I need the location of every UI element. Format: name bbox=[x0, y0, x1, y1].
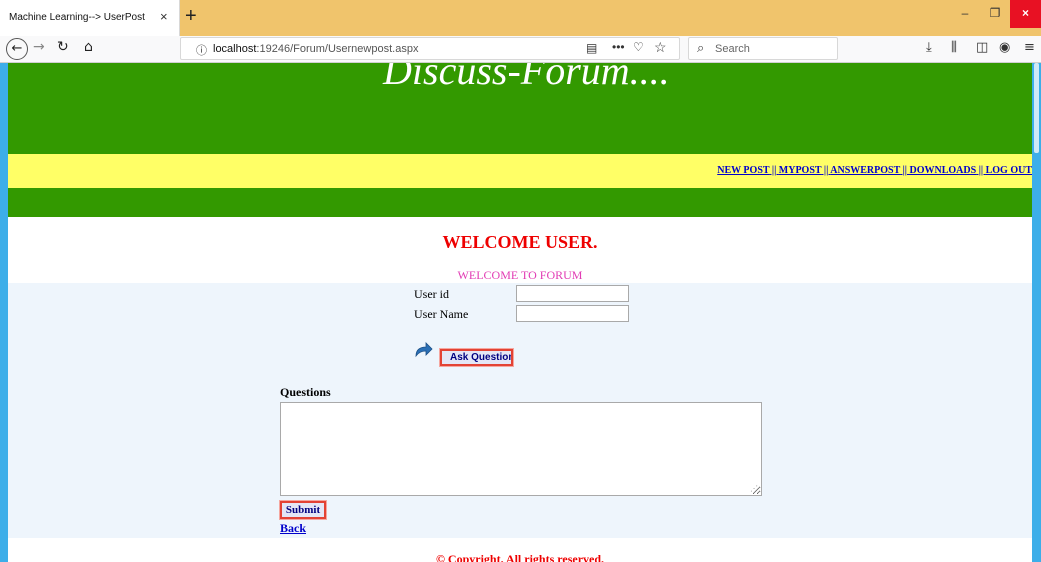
user-name-label: User Name bbox=[414, 307, 469, 321]
menu-links: NEW POST || MYPOST || ANSWERPOST || DOWN… bbox=[717, 165, 1032, 176]
site-header: Discuss-Forum.... bbox=[8, 63, 1032, 154]
search-placeholder: Search bbox=[715, 43, 750, 55]
welcome-section: WELCOME USER. WELCOME TO FORUM bbox=[8, 217, 1032, 283]
page-viewport: Discuss-Forum.... NEW POST || MYPOST || … bbox=[0, 63, 1041, 562]
curved-arrow-icon bbox=[415, 342, 433, 358]
sidebar-icon[interactable]: ◫ bbox=[976, 40, 988, 55]
menu-new-post[interactable]: NEW POST bbox=[717, 165, 769, 176]
account-icon[interactable]: ◉ bbox=[999, 40, 1010, 55]
site-title: Discuss-Forum.... bbox=[383, 63, 670, 93]
menu-mypost[interactable]: MYPOST bbox=[779, 165, 822, 176]
questions-label: Questions bbox=[280, 385, 331, 399]
new-tab-button[interactable]: + bbox=[185, 5, 197, 28]
menu-downloads[interactable]: DOWNLOADS bbox=[910, 165, 977, 176]
welcome-subheading: WELCOME TO FORUM bbox=[457, 268, 583, 282]
site-menu-bar: NEW POST || MYPOST || ANSWERPOST || DOWN… bbox=[8, 154, 1032, 188]
page-actions-icon[interactable]: ••• bbox=[612, 40, 625, 54]
url-path: :19246/Forum/Usernewpost.aspx bbox=[256, 43, 419, 55]
reload-icon[interactable]: ↻ bbox=[57, 39, 69, 55]
menu-separator: || bbox=[821, 165, 831, 176]
user-id-label: User id bbox=[414, 287, 449, 301]
browser-tab-bar: Machine Learning--> UserPost × + – ❐ × bbox=[0, 0, 1041, 36]
reader-view-icon[interactable]: ▤ bbox=[586, 41, 597, 55]
ask-question-button[interactable]: Ask Question bbox=[439, 348, 514, 367]
url-text[interactable]: localhost:19246/Forum/Usernewpost.aspx bbox=[213, 43, 418, 55]
back-arrow-icon[interactable]: ← bbox=[6, 38, 28, 60]
copyright-text: © Copyright. All rights reserved. bbox=[435, 552, 605, 562]
url-host: localhost bbox=[213, 43, 257, 55]
menu-log-out[interactable]: LOG OUT bbox=[986, 165, 1032, 176]
library-icon[interactable]: ⫼ bbox=[951, 40, 957, 55]
tab-close-icon[interactable]: × bbox=[160, 9, 168, 24]
post-form: User id User Name Ask Question Questions… bbox=[8, 283, 1032, 538]
user-name-field[interactable] bbox=[516, 305, 629, 322]
menu-separator: || bbox=[769, 165, 779, 176]
window-close-button[interactable]: × bbox=[1010, 0, 1041, 28]
bookmark-star-icon[interactable]: ☆ bbox=[654, 39, 667, 56]
menu-answerpost[interactable]: ANSWERPOST bbox=[830, 165, 900, 176]
info-icon[interactable]: ⓘ bbox=[196, 42, 207, 58]
questions-textarea[interactable] bbox=[280, 402, 762, 496]
browser-nav-bar: ← → ↻ ⌂ ⓘ localhost:19246/Forum/Usernewp… bbox=[0, 36, 1041, 63]
back-link[interactable]: Back bbox=[280, 521, 306, 536]
page-frame-left bbox=[0, 63, 8, 562]
welcome-heading: WELCOME USER. bbox=[442, 232, 598, 252]
user-id-field[interactable] bbox=[516, 285, 629, 302]
home-icon[interactable]: ⌂ bbox=[84, 39, 93, 55]
pocket-icon[interactable]: ♡ bbox=[633, 40, 644, 54]
window-minimize-button[interactable]: – bbox=[951, 0, 979, 28]
tab-title: Machine Learning--> UserPost bbox=[9, 12, 145, 23]
scrollbar-thumb[interactable] bbox=[1034, 63, 1039, 153]
menu-separator: || bbox=[900, 165, 910, 176]
search-icon: ⌕ bbox=[697, 40, 705, 55]
browser-search-field[interactable]: ⌕ Search bbox=[688, 37, 838, 60]
browser-tab[interactable]: Machine Learning--> UserPost × bbox=[0, 0, 180, 36]
menu-icon[interactable]: ≡ bbox=[1024, 40, 1035, 55]
page-footer: © Copyright. All rights reserved. bbox=[8, 538, 1032, 562]
url-bar[interactable]: ⓘ localhost:19246/Forum/Usernewpost.aspx… bbox=[180, 37, 680, 60]
submit-button[interactable]: Submit bbox=[279, 500, 327, 520]
download-icon[interactable]: ⤓ bbox=[926, 40, 932, 55]
resize-grip-icon[interactable]: ⋰ bbox=[750, 484, 758, 493]
window-maximize-button[interactable]: ❐ bbox=[981, 0, 1009, 28]
header-strip bbox=[8, 188, 1032, 217]
forward-arrow-icon[interactable]: → bbox=[33, 39, 45, 55]
menu-separator: || bbox=[976, 165, 986, 176]
